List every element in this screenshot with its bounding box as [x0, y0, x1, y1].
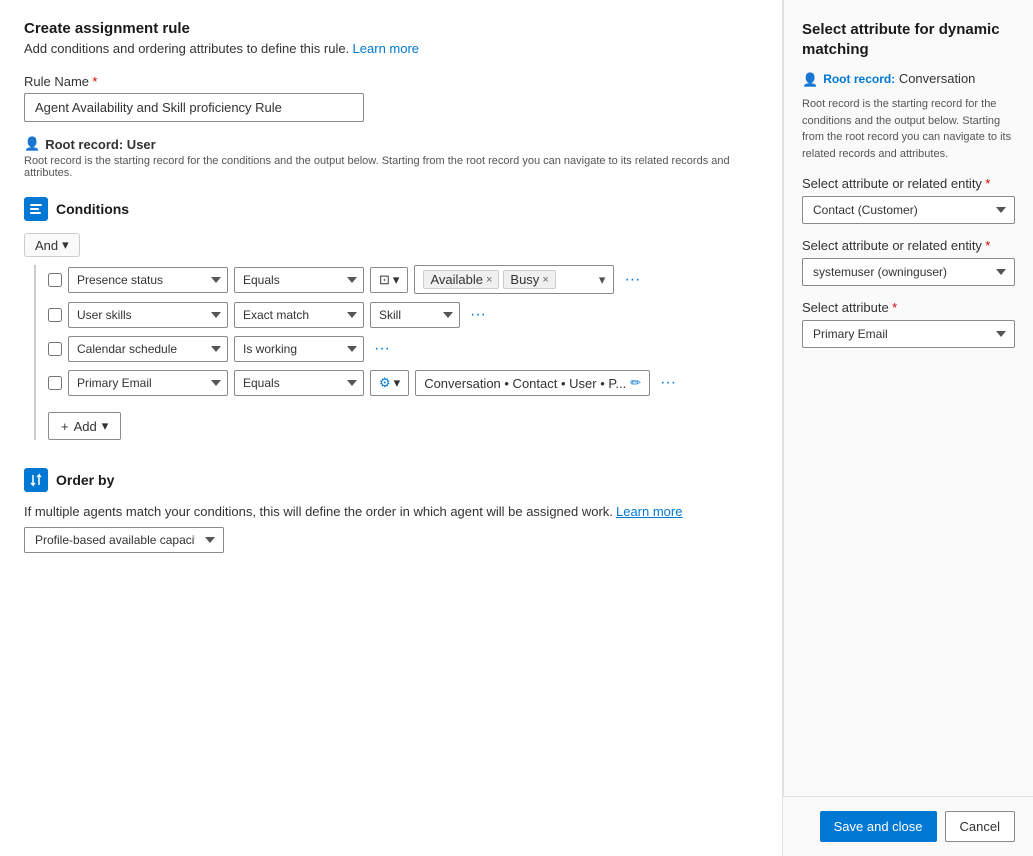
person-icon: 👤 — [802, 72, 818, 88]
attr2-select[interactable]: systemuser (owninguser) — [802, 258, 1015, 286]
order-by-section: Order by If multiple agents match your c… — [24, 468, 758, 553]
row3-more-btn[interactable]: ··· — [370, 340, 394, 358]
chevron-down-icon: ▾ — [393, 272, 400, 288]
close-icon[interactable]: × — [486, 274, 492, 286]
row1-field-select[interactable]: Presence status — [68, 267, 228, 293]
chevron-down-icon[interactable]: ▾ — [599, 272, 606, 288]
person-icon: 👤 — [24, 136, 40, 152]
tag-available: Available × — [423, 270, 499, 289]
row1-type-btn[interactable]: ⊡ ▾ — [370, 267, 408, 293]
close-icon[interactable]: × — [542, 274, 548, 286]
root-record-section: 👤 Root record: User Root record is the s… — [24, 136, 758, 179]
attr2-label: Select attribute or related entity * — [802, 238, 1015, 253]
tag-busy: Busy × — [503, 270, 555, 289]
table-row: Presence status Equals ⊡ ▾ Available × B… — [48, 265, 758, 294]
left-panel: Create assignment rule Add conditions an… — [0, 0, 783, 856]
table-row: User skills Exact match Skill ··· — [48, 302, 758, 328]
and-badge[interactable]: And ▾ — [24, 233, 80, 257]
attr3-select[interactable]: Primary Email — [802, 320, 1015, 348]
chevron-down-icon: ▾ — [102, 418, 109, 434]
row4-checkbox[interactable] — [48, 376, 62, 390]
edit-icon[interactable]: ✏ — [630, 375, 641, 391]
add-condition-button[interactable]: + Add ▾ — [48, 412, 121, 440]
order-by-title: Order by — [56, 472, 114, 488]
order-by-header: Order by — [24, 468, 758, 492]
row2-value-select[interactable]: Skill — [370, 302, 460, 328]
chevron-down-icon: ▾ — [394, 375, 401, 391]
row4-field-select[interactable]: Primary Email — [68, 370, 228, 396]
learn-more-link[interactable]: Learn more — [353, 41, 419, 56]
row2-checkbox[interactable] — [48, 308, 62, 322]
row2-more-btn[interactable]: ··· — [466, 306, 490, 324]
order-by-icon — [24, 468, 48, 492]
order-by-desc: If multiple agents match your conditions… — [24, 504, 758, 519]
table-row: Primary Email Equals ⚙ ▾ Conversation • … — [48, 370, 758, 396]
page-subtitle: Add conditions and ordering attributes t… — [24, 41, 758, 56]
right-panel: Select attribute for dynamic matching 👤 … — [783, 0, 1033, 856]
row1-more-btn[interactable]: ··· — [620, 271, 644, 289]
row4-type-btn[interactable]: ⚙ ▾ — [370, 370, 409, 396]
right-root-record: 👤 Root record: Conversation — [802, 71, 1015, 88]
row1-value-multiselect[interactable]: Available × Busy × ▾ — [414, 265, 614, 294]
row2-field-select[interactable]: User skills — [68, 302, 228, 328]
save-and-close-button[interactable]: Save and close — [820, 811, 937, 842]
chevron-down-icon: ▾ — [62, 237, 69, 253]
row4-operator-select[interactable]: Equals — [234, 370, 364, 396]
row4-more-btn[interactable]: ··· — [656, 374, 680, 392]
rule-name-input[interactable] — [24, 93, 364, 122]
attr1-select[interactable]: Contact (Customer) — [802, 196, 1015, 224]
attr3-label: Select attribute * — [802, 300, 1015, 315]
right-panel-title: Select attribute for dynamic matching — [802, 20, 1015, 59]
conditions-title: Conditions — [56, 201, 129, 217]
row3-operator-select[interactable]: Is working — [234, 336, 364, 362]
order-learn-more-link[interactable]: Learn more — [616, 504, 682, 519]
row4-dynamic-value[interactable]: Conversation • Contact • User • P... ✏ — [415, 370, 650, 396]
row1-operator-select[interactable]: Equals — [234, 267, 364, 293]
rule-name-label: Rule Name * — [24, 74, 758, 89]
conditions-list: Presence status Equals ⊡ ▾ Available × B… — [34, 265, 758, 440]
page-title: Create assignment rule — [24, 20, 758, 37]
conditions-icon — [24, 197, 48, 221]
right-root-desc: Root record is the starting record for t… — [802, 96, 1015, 162]
plus-icon: + — [61, 419, 69, 434]
root-record-title: 👤 Root record: User — [24, 136, 758, 152]
row3-checkbox[interactable] — [48, 342, 62, 356]
row2-operator-select[interactable]: Exact match — [234, 302, 364, 328]
bottom-bar: Save and close Cancel — [783, 796, 1033, 856]
conditions-header: Conditions — [24, 197, 758, 221]
conditions-area: Conditions And ▾ Presence status Equals … — [24, 197, 758, 440]
row1-checkbox[interactable] — [48, 273, 62, 287]
dynamic-icon: ⚙ — [379, 375, 391, 391]
attr1-label: Select attribute or related entity * — [802, 176, 1015, 191]
root-record-desc: Root record is the starting record for t… — [24, 155, 758, 179]
presence-icon: ⊡ — [379, 272, 390, 288]
cancel-button[interactable]: Cancel — [945, 811, 1015, 842]
order-by-select[interactable]: Profile-based available capacity — [24, 527, 224, 553]
row3-field-select[interactable]: Calendar schedule — [68, 336, 228, 362]
table-row: Calendar schedule Is working ··· — [48, 336, 758, 362]
